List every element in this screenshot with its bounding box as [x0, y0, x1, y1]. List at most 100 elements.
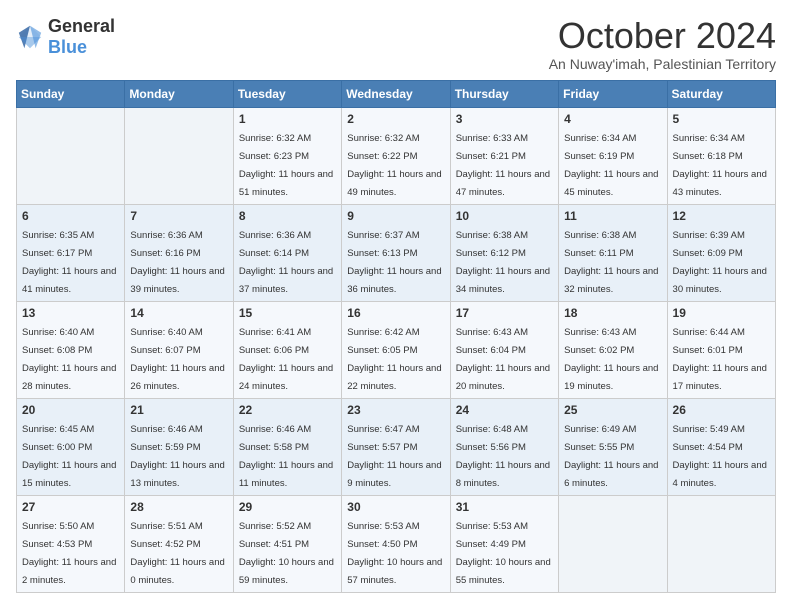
day-number: 31: [456, 500, 553, 514]
cell-info: Sunrise: 5:51 AMSunset: 4:52 PMDaylight:…: [130, 521, 224, 586]
cell-info: Sunrise: 6:40 AMSunset: 6:08 PMDaylight:…: [22, 327, 116, 392]
cell-info: Sunrise: 6:48 AMSunset: 5:56 PMDaylight:…: [456, 424, 550, 489]
page-header: General Blue October 2024 An Nuway'imah,…: [16, 16, 776, 72]
calendar-cell: 1Sunrise: 6:32 AMSunset: 6:23 PMDaylight…: [233, 107, 341, 204]
day-number: 29: [239, 500, 336, 514]
day-number: 7: [130, 209, 227, 223]
calendar-cell: 31Sunrise: 5:53 AMSunset: 4:49 PMDayligh…: [450, 495, 558, 592]
calendar-cell: 28Sunrise: 5:51 AMSunset: 4:52 PMDayligh…: [125, 495, 233, 592]
cell-info: Sunrise: 6:36 AMSunset: 6:16 PMDaylight:…: [130, 230, 224, 295]
day-number: 10: [456, 209, 553, 223]
calendar-cell: 23Sunrise: 6:47 AMSunset: 5:57 PMDayligh…: [342, 398, 450, 495]
calendar-cell: 29 Sunrise: 5:52 AMSunset: 4:51 PMDayligh…: [233, 495, 341, 592]
day-header-tuesday: Tuesday: [233, 80, 341, 107]
day-number: 26: [673, 403, 770, 417]
calendar-cell: 30Sunrise: 5:53 AMSunset: 4:50 PMDayligh…: [342, 495, 450, 592]
calendar-cell: 27 Sunrise: 5:50 AMSunset: 4:53 PMDayligh…: [17, 495, 125, 592]
day-number: 19: [673, 306, 770, 320]
logo: General Blue: [16, 16, 115, 58]
calendar-cell: 12Sunrise: 6:39 AMSunset: 6:09 PMDayligh…: [667, 204, 775, 301]
cell-info: Sunrise: 6:37 AMSunset: 6:13 PMDaylight:…: [347, 230, 441, 295]
day-number: 20: [22, 403, 119, 417]
cell-info: Sunrise: 6:38 AMSunset: 6:11 PMDaylight:…: [564, 230, 658, 295]
calendar-cell: 16 Sunrise: 6:42 AMSunset: 6:05 PMDayligh…: [342, 301, 450, 398]
day-header-saturday: Saturday: [667, 80, 775, 107]
day-number: 6: [22, 209, 119, 223]
logo-general: General: [48, 16, 115, 36]
cell-info: Sunrise: 6:40 AMSunset: 6:07 PMDaylight:…: [130, 327, 224, 392]
cell-info: Sunrise: 6:42 AMSunset: 6:05 PMDaylight:…: [347, 327, 441, 392]
calendar-cell: 14 Sunrise: 6:40 AMSunset: 6:07 PMDayligh…: [125, 301, 233, 398]
day-number: 5: [673, 112, 770, 126]
cell-info: Sunrise: 6:43 AMSunset: 6:04 PMDaylight:…: [456, 327, 550, 392]
cell-info: Sunrise: 5:52 AMSunset: 4:51 PMDaylight:…: [239, 521, 334, 586]
week-row-4: 20Sunrise: 6:45 AMSunset: 6:00 PMDayligh…: [17, 398, 776, 495]
week-row-2: 6 Sunrise: 6:35 AMSunset: 6:17 PMDaylight…: [17, 204, 776, 301]
cell-info: Sunrise: 6:43 AMSunset: 6:02 PMDaylight:…: [564, 327, 658, 392]
day-number: 23: [347, 403, 444, 417]
calendar-cell: 26 Sunrise: 5:49 AMSunset: 4:54 PMDayligh…: [667, 398, 775, 495]
day-number: 16: [347, 306, 444, 320]
day-header-sunday: Sunday: [17, 80, 125, 107]
week-row-1: 1Sunrise: 6:32 AMSunset: 6:23 PMDaylight…: [17, 107, 776, 204]
calendar-body: 1Sunrise: 6:32 AMSunset: 6:23 PMDaylight…: [17, 107, 776, 592]
calendar-cell: 10 Sunrise: 6:38 AMSunset: 6:12 PMDayligh…: [450, 204, 558, 301]
day-number: 22: [239, 403, 336, 417]
calendar-cell: 11Sunrise: 6:38 AMSunset: 6:11 PMDayligh…: [559, 204, 667, 301]
calendar-cell: 22 Sunrise: 6:46 AMSunset: 5:58 PMDayligh…: [233, 398, 341, 495]
day-number: 17: [456, 306, 553, 320]
cell-info: Sunrise: 6:35 AMSunset: 6:17 PMDaylight:…: [22, 230, 116, 295]
calendar-cell: 15Sunrise: 6:41 AMSunset: 6:06 PMDayligh…: [233, 301, 341, 398]
calendar-cell: 18Sunrise: 6:43 AMSunset: 6:02 PMDayligh…: [559, 301, 667, 398]
cell-info: Sunrise: 6:34 AMSunset: 6:19 PMDaylight:…: [564, 133, 658, 198]
location: An Nuway'imah, Palestinian Territory: [549, 56, 776, 72]
calendar-cell: [17, 107, 125, 204]
calendar-cell: [667, 495, 775, 592]
day-number: 3: [456, 112, 553, 126]
calendar-cell: 24 Sunrise: 6:48 AMSunset: 5:56 PMDayligh…: [450, 398, 558, 495]
calendar-cell: 13 Sunrise: 6:40 AMSunset: 6:08 PMDayligh…: [17, 301, 125, 398]
header-row: SundayMondayTuesdayWednesdayThursdayFrid…: [17, 80, 776, 107]
day-number: 1: [239, 112, 336, 126]
logo-icon: [16, 23, 44, 51]
day-number: 24: [456, 403, 553, 417]
day-number: 9: [347, 209, 444, 223]
day-number: 13: [22, 306, 119, 320]
day-header-monday: Monday: [125, 80, 233, 107]
day-number: 25: [564, 403, 661, 417]
calendar-cell: 2Sunrise: 6:32 AMSunset: 6:22 PMDaylight…: [342, 107, 450, 204]
calendar-cell: 7 Sunrise: 6:36 AMSunset: 6:16 PMDaylight…: [125, 204, 233, 301]
day-number: 27: [22, 500, 119, 514]
cell-info: Sunrise: 6:32 AMSunset: 6:22 PMDaylight:…: [347, 133, 441, 198]
calendar-cell: 17 Sunrise: 6:43 AMSunset: 6:04 PMDayligh…: [450, 301, 558, 398]
calendar-cell: 25Sunrise: 6:49 AMSunset: 5:55 PMDayligh…: [559, 398, 667, 495]
day-number: 21: [130, 403, 227, 417]
logo-text: General Blue: [48, 16, 115, 58]
day-header-friday: Friday: [559, 80, 667, 107]
week-row-3: 13 Sunrise: 6:40 AMSunset: 6:08 PMDayligh…: [17, 301, 776, 398]
calendar-cell: 5 Sunrise: 6:34 AMSunset: 6:18 PMDaylight…: [667, 107, 775, 204]
calendar-cell: [125, 107, 233, 204]
calendar-cell: 4Sunrise: 6:34 AMSunset: 6:19 PMDaylight…: [559, 107, 667, 204]
cell-info: Sunrise: 6:46 AMSunset: 5:58 PMDaylight:…: [239, 424, 333, 489]
cell-info: Sunrise: 5:49 AMSunset: 4:54 PMDaylight:…: [673, 424, 767, 489]
calendar-cell: 20Sunrise: 6:45 AMSunset: 6:00 PMDayligh…: [17, 398, 125, 495]
cell-info: Sunrise: 6:34 AMSunset: 6:18 PMDaylight:…: [673, 133, 767, 198]
calendar-cell: 9 Sunrise: 6:37 AMSunset: 6:13 PMDaylight…: [342, 204, 450, 301]
calendar-cell: [559, 495, 667, 592]
cell-info: Sunrise: 5:50 AMSunset: 4:53 PMDaylight:…: [22, 521, 116, 586]
cell-info: Sunrise: 6:36 AMSunset: 6:14 PMDaylight:…: [239, 230, 333, 295]
calendar-cell: 21Sunrise: 6:46 AMSunset: 5:59 PMDayligh…: [125, 398, 233, 495]
cell-info: Sunrise: 6:33 AMSunset: 6:21 PMDaylight:…: [456, 133, 550, 198]
cell-info: Sunrise: 6:44 AMSunset: 6:01 PMDaylight:…: [673, 327, 767, 392]
calendar-cell: 3 Sunrise: 6:33 AMSunset: 6:21 PMDaylight…: [450, 107, 558, 204]
calendar-table: SundayMondayTuesdayWednesdayThursdayFrid…: [16, 80, 776, 593]
day-number: 8: [239, 209, 336, 223]
day-number: 15: [239, 306, 336, 320]
month-title: October 2024: [549, 16, 776, 56]
calendar-cell: 19 Sunrise: 6:44 AMSunset: 6:01 PMDayligh…: [667, 301, 775, 398]
day-number: 12: [673, 209, 770, 223]
calendar-cell: 6 Sunrise: 6:35 AMSunset: 6:17 PMDaylight…: [17, 204, 125, 301]
cell-info: Sunrise: 6:38 AMSunset: 6:12 PMDaylight:…: [456, 230, 550, 295]
day-number: 14: [130, 306, 227, 320]
